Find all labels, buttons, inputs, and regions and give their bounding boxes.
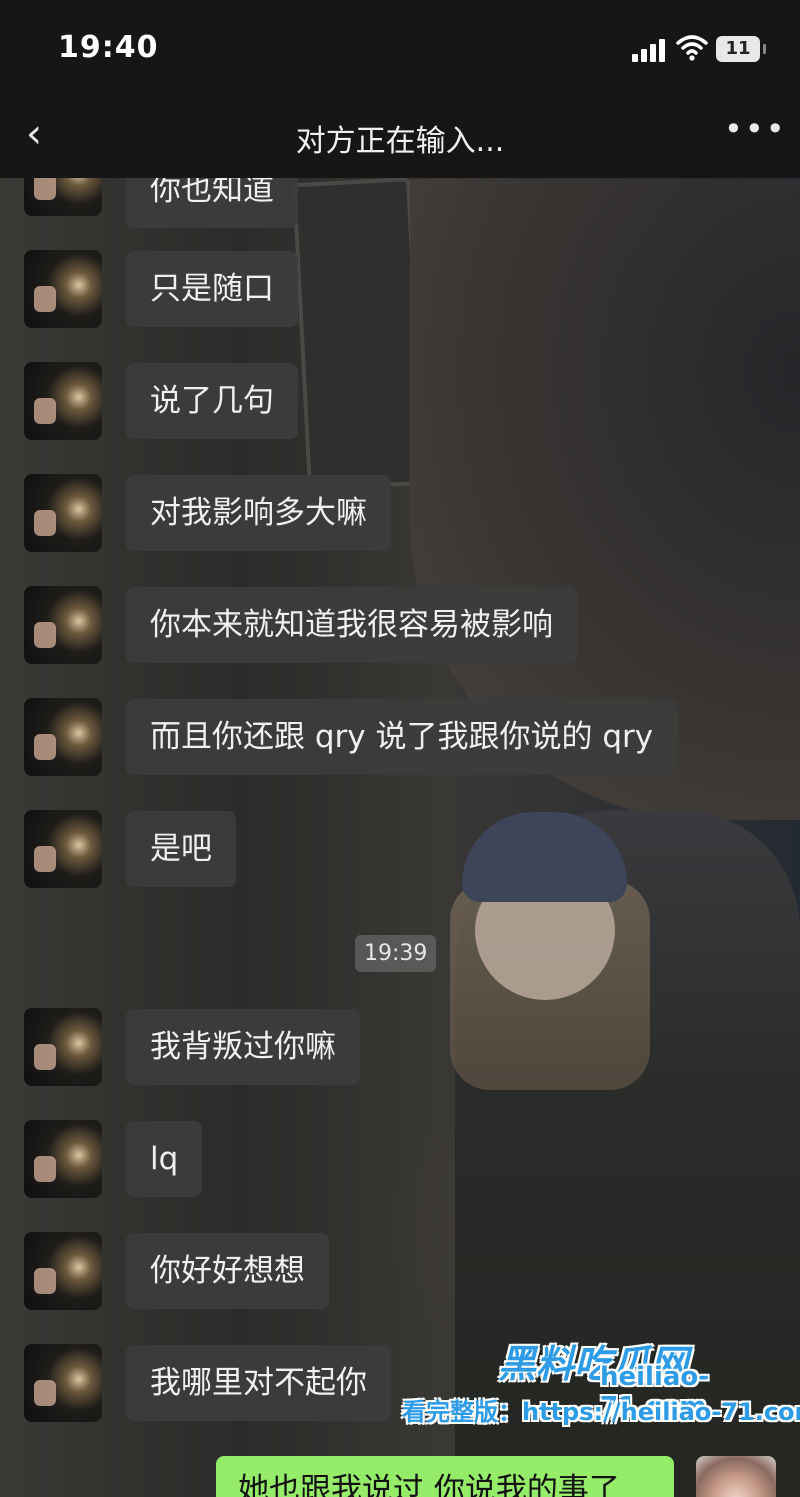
- wifi-icon: [676, 35, 708, 61]
- chat-header: ‹ 对方正在输入... •••: [0, 98, 800, 178]
- contact-avatar[interactable]: [24, 474, 102, 552]
- contact-avatar[interactable]: [24, 362, 102, 440]
- message-bubble[interactable]: 你本来就知道我很容易被影响: [126, 587, 577, 663]
- battery-icon: 11: [716, 36, 766, 62]
- cellular-signal-icon: [632, 38, 668, 62]
- contact-avatar[interactable]: [24, 250, 102, 328]
- message-bubble[interactable]: 对我影响多大嘛: [126, 475, 391, 551]
- message-bubble[interactable]: 你好好想想: [126, 1233, 329, 1309]
- contact-avatar[interactable]: [24, 178, 102, 216]
- status-bar: 19:40 11: [0, 0, 800, 98]
- message-bubble[interactable]: 是吧: [126, 811, 236, 887]
- chat-title: 对方正在输入...: [295, 124, 505, 159]
- status-time: 19:40: [58, 30, 159, 65]
- contact-avatar[interactable]: [24, 698, 102, 776]
- message-bubble[interactable]: 说了几句: [126, 363, 298, 439]
- contact-avatar[interactable]: [24, 1008, 102, 1086]
- more-dots-icon[interactable]: •••: [724, 113, 785, 154]
- contact-avatar[interactable]: [24, 810, 102, 888]
- message-bubble[interactable]: 我背叛过你嘛: [126, 1009, 360, 1085]
- my-message-bubble[interactable]: 她也跟我说过 你说我的事了: [216, 1456, 674, 1497]
- message-list[interactable]: 你也知道 只是随口 说了几句 对我影响多大嘛 你本来就知道我很容易被影响 而且你…: [0, 178, 800, 1497]
- my-avatar[interactable]: [696, 1456, 776, 1497]
- contact-avatar[interactable]: [24, 1120, 102, 1198]
- message-bubble[interactable]: 你也知道: [126, 178, 298, 228]
- contact-avatar[interactable]: [24, 1232, 102, 1310]
- contact-avatar[interactable]: [24, 1344, 102, 1422]
- message-bubble[interactable]: lq: [126, 1121, 203, 1197]
- message-bubble[interactable]: 我哪里对不起你: [126, 1345, 391, 1421]
- message-bubble[interactable]: 而且你还跟 qry 说了我跟你说的 qry: [126, 699, 678, 775]
- message-bubble[interactable]: 只是随口: [126, 251, 298, 327]
- message-timestamp: 19:39: [355, 935, 437, 972]
- contact-avatar[interactable]: [24, 586, 102, 664]
- watermark-url-line: 看完整版：https://heiliao-71.com: [402, 1398, 800, 1426]
